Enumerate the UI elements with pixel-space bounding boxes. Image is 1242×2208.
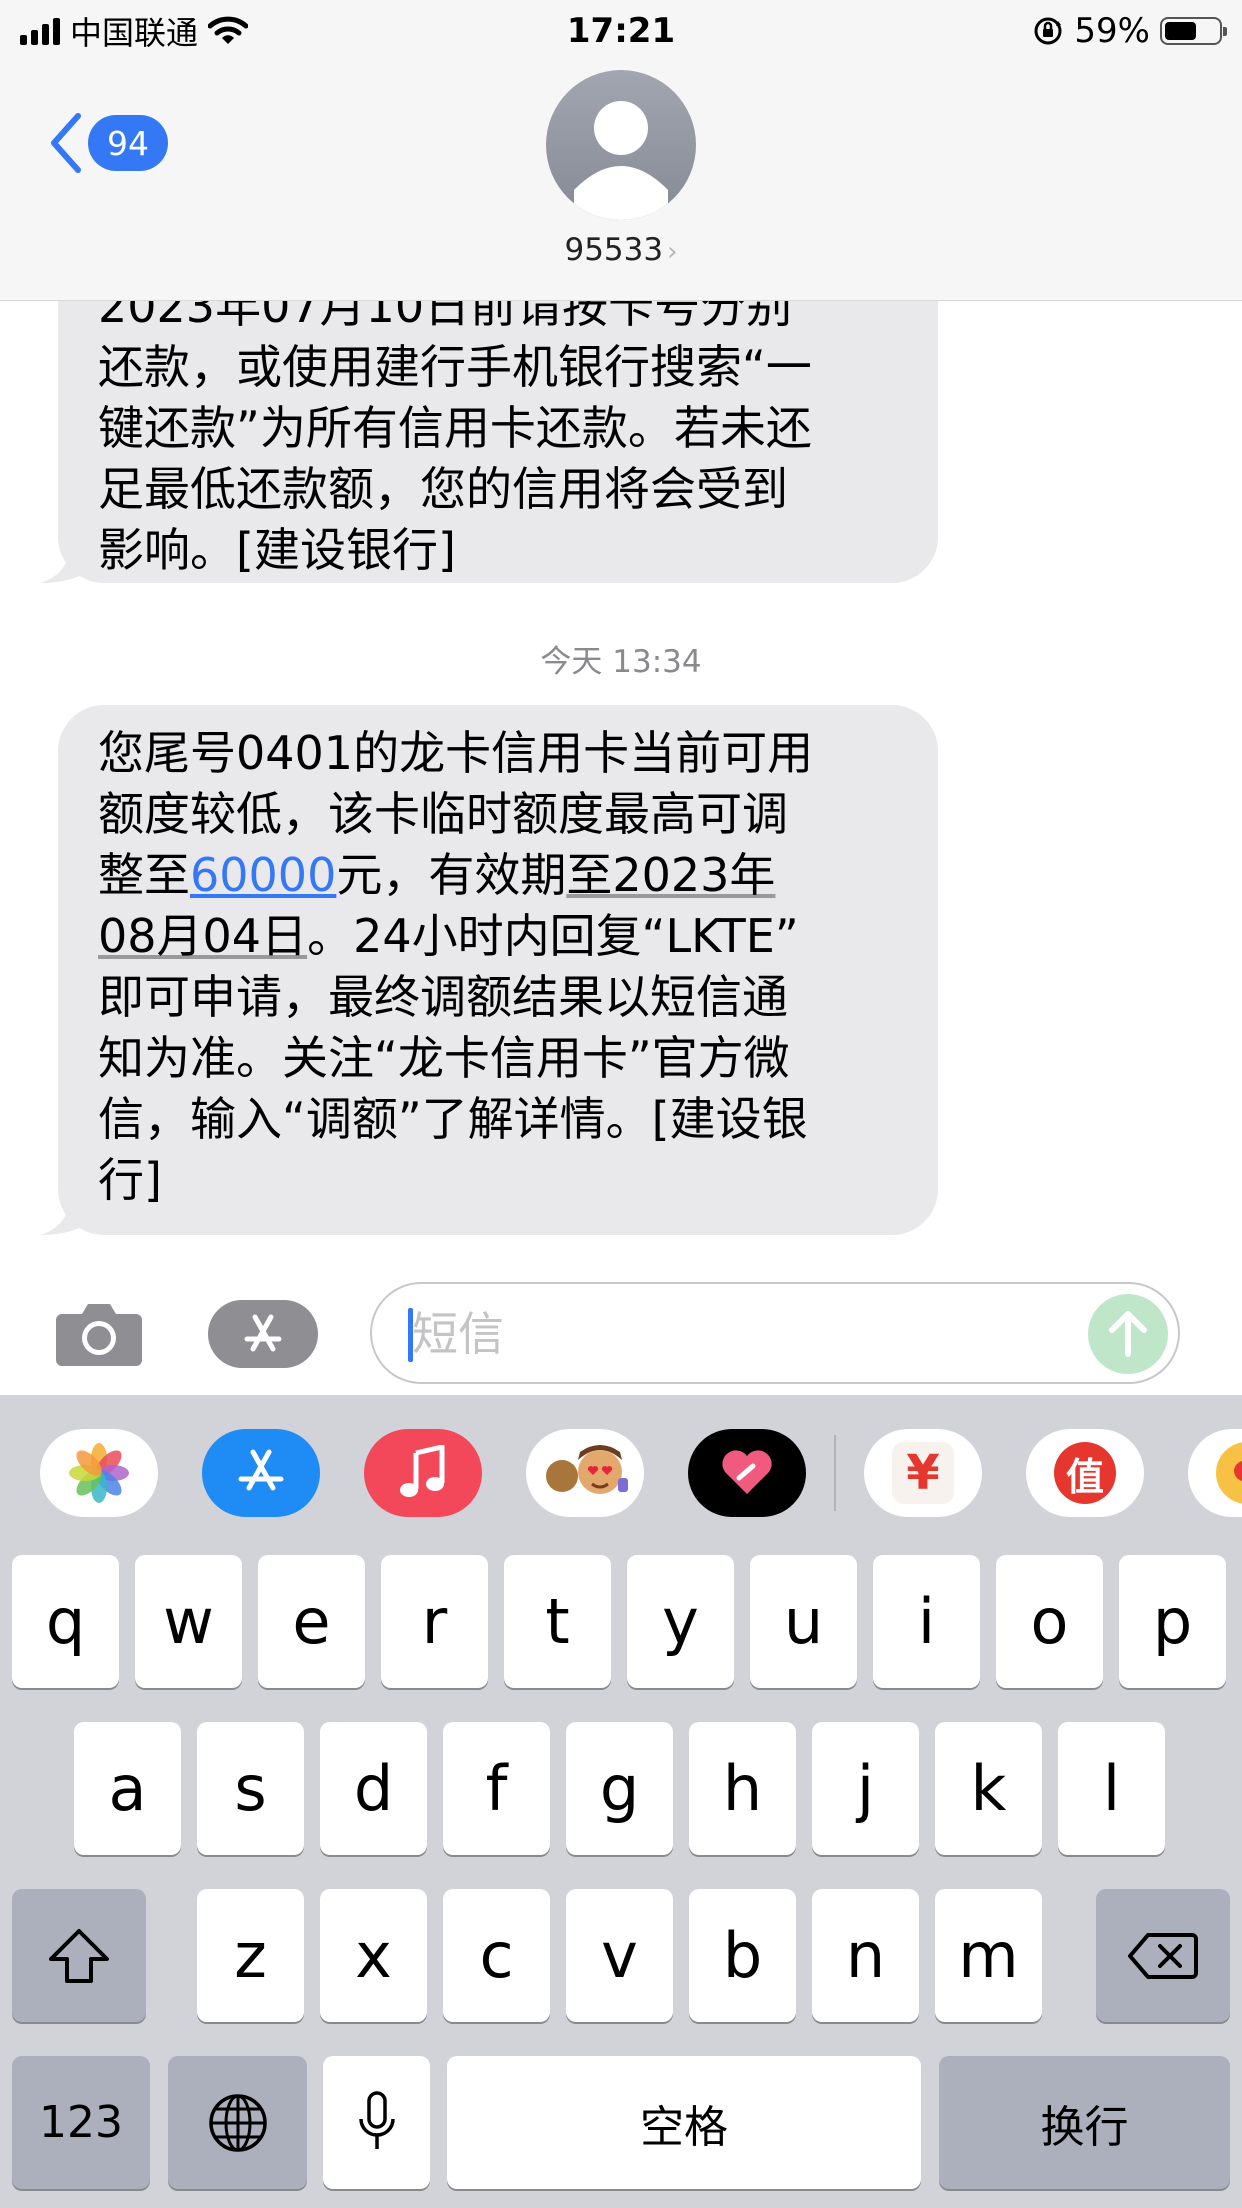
key-r[interactable]: r — [381, 1555, 488, 1688]
key-z[interactable]: z — [197, 1889, 304, 2022]
message-line: 即可申请，最终调额结果以短信通 — [98, 970, 788, 1024]
key-y[interactable]: y — [627, 1555, 734, 1688]
key-g[interactable]: g — [566, 1722, 673, 1855]
weibo-app-icon[interactable] — [1188, 1429, 1242, 1517]
message-line: 您尾号0401的龙卡信用卡当前可用 — [98, 726, 814, 780]
message-input[interactable]: 短信 — [370, 1282, 1180, 1384]
key-k[interactable]: k — [935, 1722, 1042, 1855]
digital-touch-app-icon[interactable] — [688, 1429, 806, 1517]
zhi-app-icon[interactable]: 值 — [1026, 1429, 1144, 1517]
numbers-key[interactable]: 123 — [12, 2056, 150, 2189]
key-q[interactable]: q — [12, 1555, 119, 1688]
memoji-app-icon[interactable] — [526, 1429, 644, 1517]
date-link[interactable]: 08月04日 — [98, 909, 307, 963]
message-thread[interactable]: 2023年07月10日前请按卡号分别 还款，或使用建行手机银行搜索“一 键还款”… — [0, 300, 1242, 1270]
key-w[interactable]: w — [135, 1555, 242, 1688]
key-m[interactable]: m — [935, 1889, 1042, 2022]
message-line: 整至60000元，有效期至2023年 — [98, 848, 776, 902]
key-a[interactable]: a — [74, 1722, 181, 1855]
globe-key[interactable] — [168, 2056, 307, 2189]
battery-icon — [1160, 17, 1227, 45]
message-placeholder: 短信 — [412, 1307, 504, 1361]
delete-key[interactable] — [1096, 1889, 1230, 2022]
message-line: 信，输入“调额”了解详情。[建设银 — [98, 1092, 808, 1146]
zhi-label: 值 — [1054, 1442, 1116, 1504]
key-j[interactable]: j — [812, 1722, 919, 1855]
app-store-app-icon[interactable] — [202, 1429, 320, 1517]
key-s[interactable]: s — [197, 1722, 304, 1855]
send-arrow-icon — [1109, 1311, 1147, 1357]
yen-app-icon[interactable]: ¥ — [864, 1429, 982, 1517]
key-l[interactable]: l — [1058, 1722, 1165, 1855]
space-key[interactable]: 空格 — [447, 2056, 921, 2189]
message-line: 08月04日。24小时内回复“LKTE” — [98, 909, 799, 963]
message-line: 足最低还款额，您的信用将会受到 — [98, 462, 788, 516]
delete-icon — [1128, 1932, 1198, 1979]
key-n[interactable]: n — [812, 1889, 919, 2022]
message-line: 行] — [98, 1153, 162, 1207]
chevron-right-icon: › — [667, 237, 678, 267]
amount-link[interactable]: 60000 — [190, 848, 336, 902]
message-line: 键还款”为所有信用卡还款。若未还 — [98, 401, 812, 455]
dictation-key[interactable] — [323, 2056, 430, 2189]
music-app-icon[interactable] — [364, 1429, 482, 1517]
conversation-header: 94 95533 › — [0, 60, 1242, 301]
key-i[interactable]: i — [873, 1555, 980, 1688]
key-o[interactable]: o — [996, 1555, 1103, 1688]
message-line: 额度较低，该卡临时额度最高可调 — [98, 787, 788, 841]
key-p[interactable]: p — [1119, 1555, 1226, 1688]
orientation-lock-icon — [1034, 17, 1062, 45]
compose-bar: 短信 — [0, 1270, 1242, 1395]
unread-count-badge: 94 — [88, 115, 168, 171]
key-v[interactable]: v — [566, 1889, 673, 2022]
message-timestamp: 今天 13:34 — [540, 644, 702, 680]
return-key[interactable]: 换行 — [939, 2056, 1230, 2189]
app-drawer-divider — [834, 1435, 836, 1511]
key-f[interactable]: f — [443, 1722, 550, 1855]
date-link[interactable]: 至2023年 — [566, 848, 775, 902]
back-button[interactable]: 94 — [48, 112, 168, 174]
message-line: 影响。[建设银行] — [98, 523, 456, 577]
yen-label: ¥ — [892, 1442, 954, 1504]
contact-name: 95533 — [564, 232, 664, 268]
message-bubble[interactable]: 您尾号0401的龙卡信用卡当前可用 额度较低，该卡临时额度最高可调 整至6000… — [40, 705, 938, 1235]
status-bar: 中国联通 17:21 59% — [0, 0, 1242, 60]
app-store-icon — [244, 1314, 282, 1352]
key-c[interactable]: c — [443, 1889, 550, 2022]
contact-avatar-icon[interactable] — [546, 70, 696, 220]
app-drawer: ¥ 值 — [0, 1395, 1242, 1545]
microphone-icon — [358, 2090, 395, 2149]
apps-button[interactable] — [208, 1300, 318, 1368]
key-b[interactable]: b — [689, 1889, 796, 2022]
status-right: 59% — [1032, 8, 1227, 54]
key-x[interactable]: x — [320, 1889, 427, 2022]
battery-percent: 59% — [1074, 11, 1150, 51]
message-bubble[interactable]: 2023年07月10日前请按卡号分别 还款，或使用建行手机银行搜索“一 键还款”… — [40, 300, 938, 583]
shift-key[interactable] — [12, 1889, 146, 2022]
send-button[interactable] — [1088, 1294, 1168, 1374]
message-line: 还款，或使用建行手机银行搜索“一 — [98, 340, 812, 394]
key-h[interactable]: h — [689, 1722, 796, 1855]
back-chevron-icon — [51, 113, 81, 173]
camera-button[interactable] — [54, 1300, 144, 1372]
globe-icon — [208, 2093, 267, 2152]
message-line: 知为准。关注“龙卡信用卡”官方微 — [98, 1031, 790, 1085]
key-t[interactable]: t — [504, 1555, 611, 1688]
shift-icon — [49, 1928, 109, 1983]
key-u[interactable]: u — [750, 1555, 857, 1688]
contact-name-button[interactable]: 95533 › — [0, 232, 1242, 268]
message-line: 2023年07月10日前请按卡号分别 — [98, 300, 793, 333]
battery-fill — [1165, 22, 1196, 40]
photos-app-icon[interactable] — [40, 1429, 158, 1517]
key-e[interactable]: e — [258, 1555, 365, 1688]
camera-icon — [56, 1304, 142, 1366]
key-d[interactable]: d — [320, 1722, 427, 1855]
keyboard: ¥ 值 q w e r t y u i o p a s d f g h j k … — [0, 1395, 1242, 2208]
